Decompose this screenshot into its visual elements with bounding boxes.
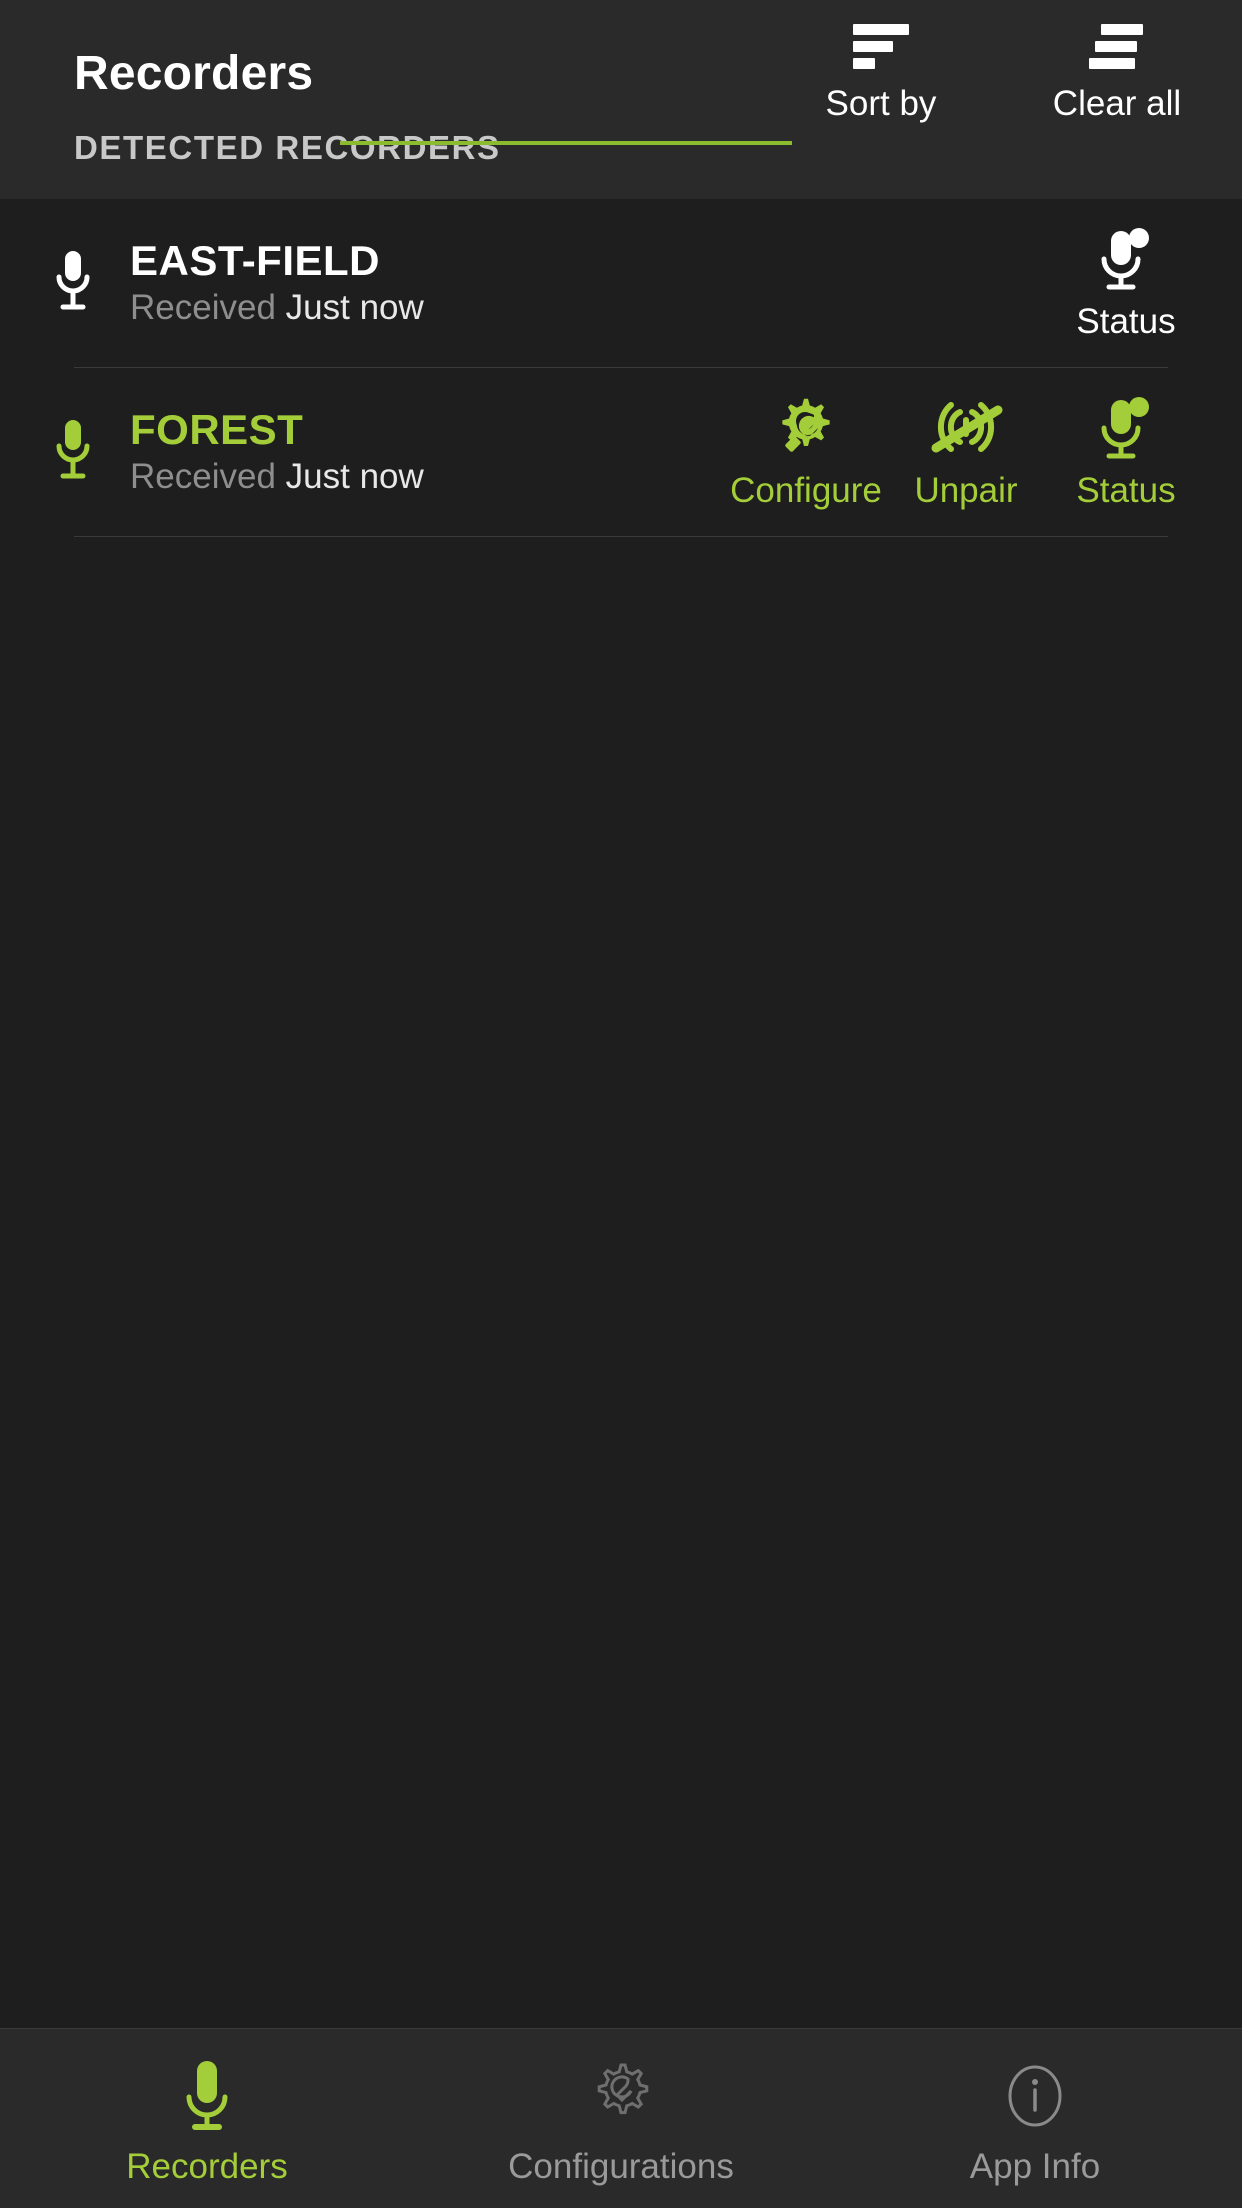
signal-off-icon — [926, 393, 1006, 463]
configure-label: Configure — [730, 471, 882, 510]
microphone-icon — [50, 416, 96, 488]
table-row[interactable]: EAST-FIELD Received Just now Status — [0, 199, 1242, 367]
received-label: Received — [130, 457, 276, 497]
received-value: Just now — [285, 457, 424, 497]
microphone-icon — [50, 247, 96, 319]
info-circle-icon — [999, 2057, 1071, 2135]
status-label: Status — [1076, 471, 1176, 510]
status-label: Status — [1076, 302, 1176, 341]
recorder-info: EAST-FIELD Received Just now — [130, 238, 550, 328]
nav-label-configurations: Configurations — [508, 2146, 734, 2186]
header-actions: Sort by Clear all — [796, 18, 1202, 124]
status-button[interactable]: Status — [1046, 224, 1206, 342]
recorder-actions: Status — [1046, 224, 1206, 342]
unpair-button[interactable]: Unpair — [886, 393, 1046, 511]
app-screen: Recorders Sort by Clear all DETECTED REC… — [0, 0, 1242, 2208]
sort-icon — [853, 24, 909, 69]
nav-label-app-info: App Info — [969, 2146, 1101, 2186]
configure-button[interactable]: Configure — [726, 393, 886, 511]
recorder-name: EAST-FIELD — [130, 237, 381, 285]
nav-label-recorders: Recorders — [126, 2146, 288, 2186]
clear-all-icon — [1089, 24, 1143, 69]
nav-item-configurations[interactable]: Configurations — [414, 2029, 828, 2208]
recorder-info: FOREST Received Just now — [130, 407, 550, 497]
recorder-received: Received Just now — [130, 458, 550, 497]
nav-item-recorders[interactable]: Recorders — [0, 2029, 414, 2208]
recorder-received: Received Just now — [130, 289, 550, 328]
unpair-label: Unpair — [914, 471, 1018, 510]
recorder-list: EAST-FIELD Received Just now Status FORE… — [0, 199, 1242, 2028]
received-label: Received — [130, 288, 276, 328]
sort-by-label: Sort by — [825, 84, 937, 123]
recorder-actions: Configure Unpair Status — [726, 393, 1206, 511]
status-button[interactable]: Status — [1046, 393, 1206, 511]
nav-item-app-info[interactable]: App Info — [828, 2029, 1242, 2208]
received-value: Just now — [285, 288, 424, 328]
app-header: Recorders Sort by Clear all DETECTED REC… — [0, 0, 1242, 199]
sort-by-button[interactable]: Sort by — [796, 18, 966, 124]
microphone-icon — [179, 2057, 235, 2135]
section-header-detected-recorders: DETECTED RECORDERS — [74, 129, 501, 166]
gear-wrench-outline-icon — [585, 2057, 657, 2135]
gear-wrench-icon — [772, 393, 840, 463]
clear-all-label: Clear all — [1052, 84, 1182, 123]
microphone-status-icon — [1095, 393, 1157, 463]
clear-all-button[interactable]: Clear all — [1032, 18, 1202, 124]
page-title: Recorders — [74, 47, 314, 100]
recorder-name: FOREST — [130, 406, 304, 454]
bottom-navigation: Recorders Configurations App Info — [0, 2028, 1242, 2208]
row-divider — [74, 536, 1168, 537]
section-underline — [340, 141, 792, 145]
microphone-status-icon — [1095, 224, 1157, 294]
table-row[interactable]: FOREST Received Just now Configure Unpai… — [0, 368, 1242, 536]
